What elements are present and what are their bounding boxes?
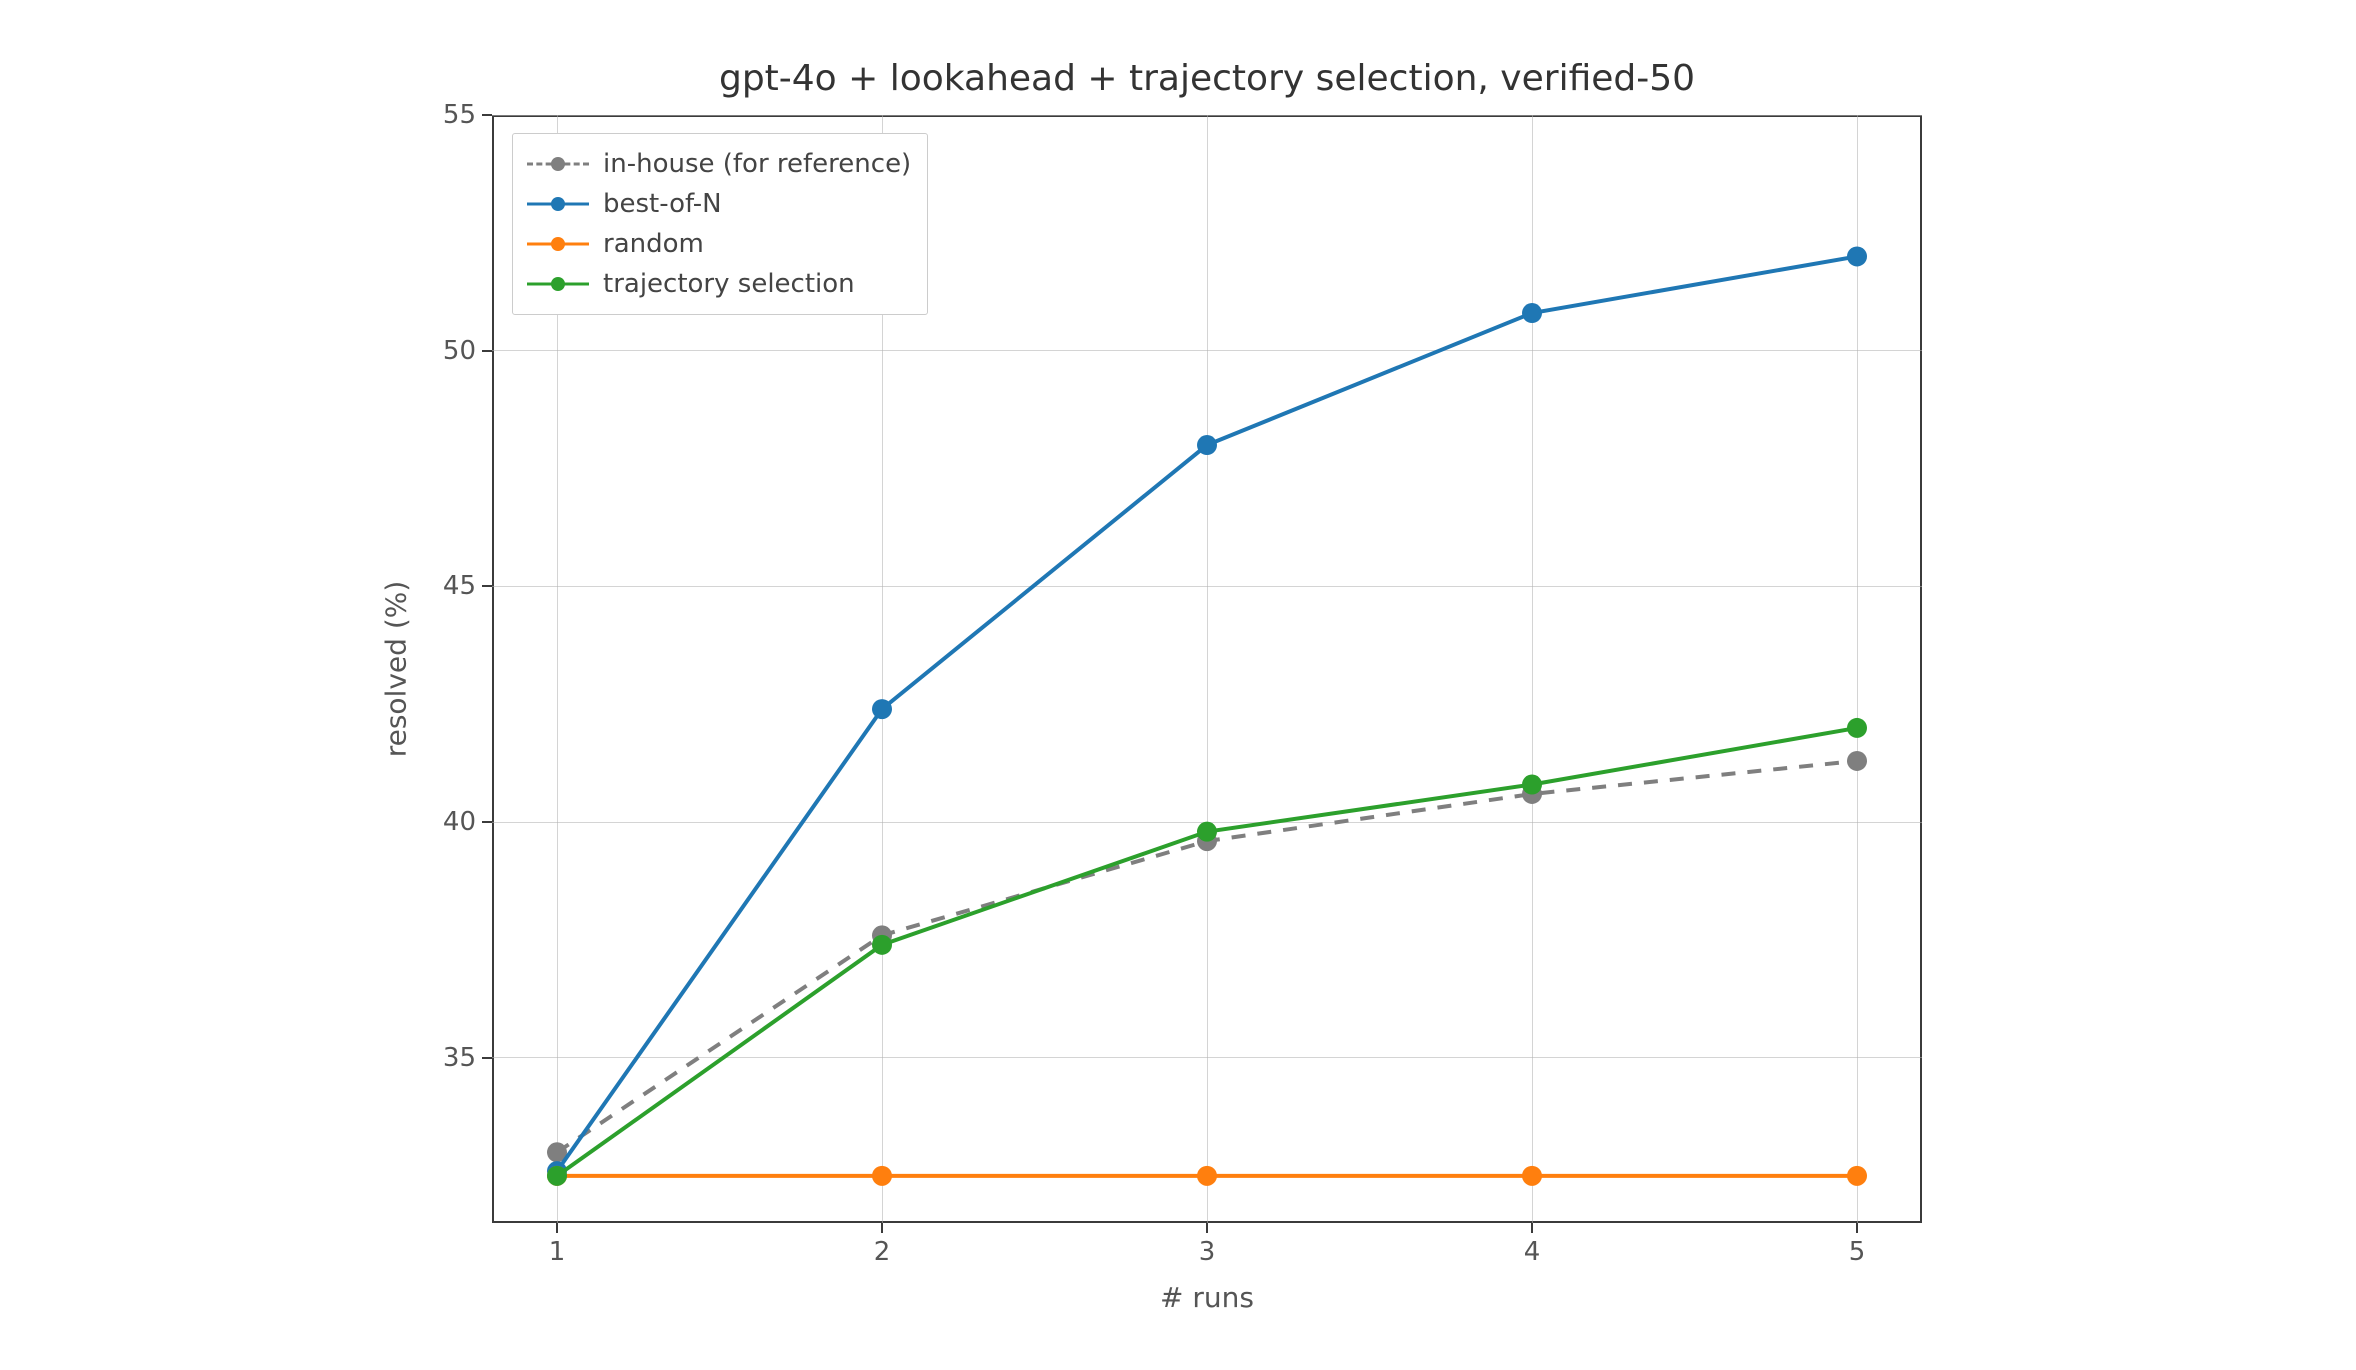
legend-entry: trajectory selection: [527, 264, 911, 304]
series-marker: [1197, 822, 1217, 842]
legend-swatch: [527, 232, 589, 256]
legend: in-house (for reference) best-of-N random t…: [512, 133, 928, 315]
series-marker: [1197, 1166, 1217, 1186]
legend-swatch: [527, 192, 589, 216]
chart-canvas: { "chart_data": { "type": "line", "title…: [0, 0, 2356, 1370]
series-marker: [1522, 303, 1542, 323]
legend-label: best-of-N: [603, 189, 722, 219]
series-marker: [1522, 775, 1542, 795]
series-marker: [1847, 751, 1867, 771]
legend-label: trajectory selection: [603, 269, 855, 299]
series-marker: [1847, 718, 1867, 738]
legend-label: in-house (for reference): [603, 149, 911, 179]
series-marker: [1197, 435, 1217, 455]
legend-entry: in-house (for reference): [527, 144, 911, 184]
series-marker: [1847, 246, 1867, 266]
series-marker: [872, 1166, 892, 1186]
data-lines: [0, 0, 2356, 1370]
series-line: [557, 761, 1857, 1152]
legend-swatch: [527, 272, 589, 296]
series-line: [557, 256, 1857, 1171]
legend-entry: random: [527, 224, 911, 264]
series-marker: [1847, 1166, 1867, 1186]
series-line: [557, 728, 1857, 1176]
series-marker: [1522, 1166, 1542, 1186]
legend-entry: best-of-N: [527, 184, 911, 224]
legend-swatch: [527, 152, 589, 176]
series-marker: [547, 1166, 567, 1186]
series-marker: [872, 935, 892, 955]
legend-label: random: [603, 229, 704, 259]
series-marker: [872, 699, 892, 719]
